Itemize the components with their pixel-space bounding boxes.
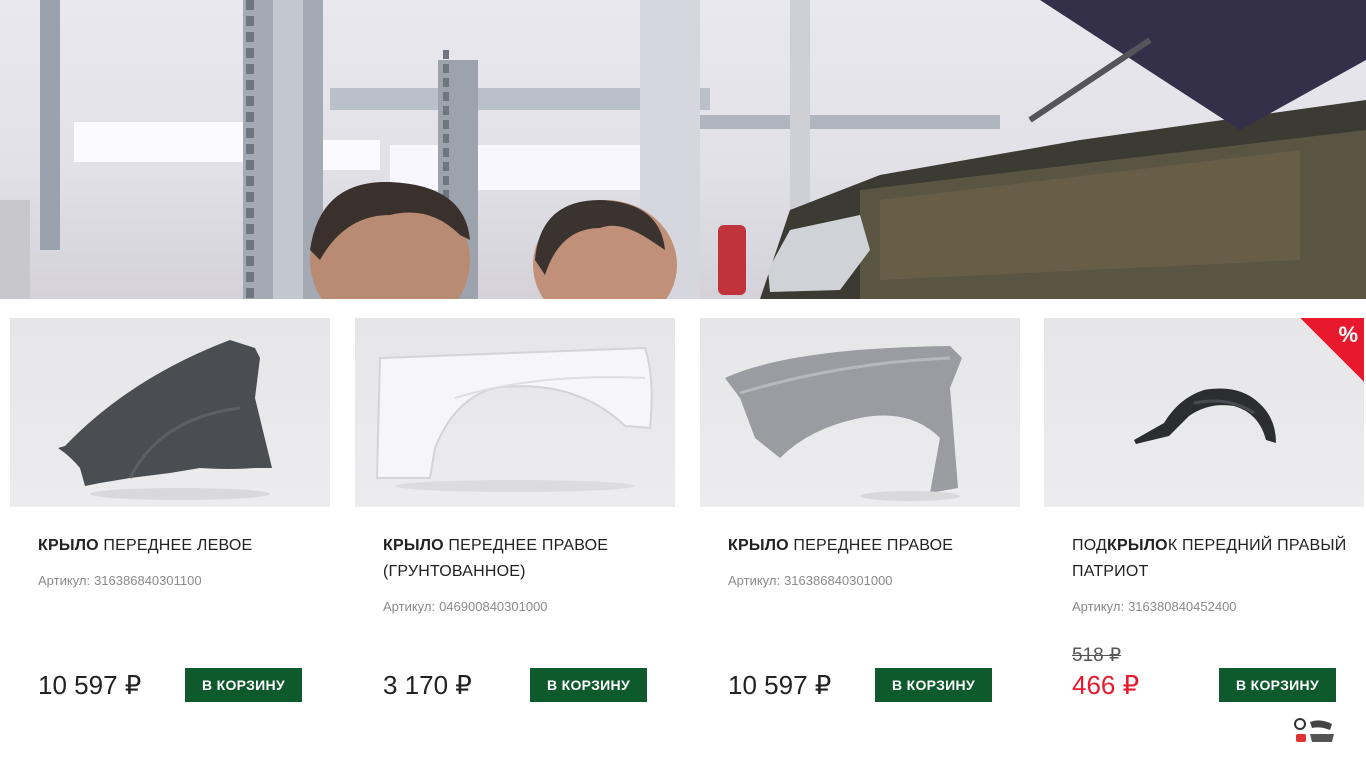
add-to-cart-button[interactable]: В КОРЗИНУ [875,668,992,702]
add-to-cart-button[interactable]: В КОРЗИНУ [185,668,302,702]
product-card[interactable]: % ПОДКРЫЛОК ПЕРЕДНИЙ ПРАВЫЙ ПАТРИОТ Арти… [1044,318,1364,718]
fender-right-grey-icon [725,346,962,501]
product-card[interactable]: КРЫЛО ПЕРЕДНЕЕ ЛЕВОЕ Артикул: 31638684030… [10,318,330,718]
garage-mechanics-photo [0,0,1366,299]
sale-price: 466 ₽ [1072,670,1140,700]
product-price: 10 597 ₽ [38,670,142,700]
product-card[interactable]: КРЫЛО ПЕРЕДНЕЕ ПРАВОЕ (ГРУНТОВАННОЕ) Арт… [355,318,675,718]
fender-white-primed-icon [375,346,653,492]
product-title[interactable]: КРЫЛО ПЕРЕДНЕЕ ЛЕВОЕ [38,533,318,559]
channel-logo-watermark [1290,716,1340,746]
product-sku: Артикул: 316386840301100 [38,573,202,588]
logo-icon [1294,718,1334,742]
hero-photo [0,0,1366,299]
sale-badge: % [1300,318,1364,382]
product-price: 3 170 ₽ [383,670,472,700]
product-title[interactable]: КРЫЛО ПЕРЕДНЕЕ ПРАВОЕ [728,533,1008,559]
product-grid: КРЫЛО ПЕРЕДНЕЕ ЛЕВОЕ Артикул: 31638684030… [0,318,1366,738]
product-image[interactable]: % [1044,318,1364,507]
product-card[interactable]: КРЫЛО ПЕРЕДНЕЕ ПРАВОЕ Артикул: 3163868403… [700,318,1020,718]
percent-icon: % [1338,322,1358,347]
fender-left-dark-icon [58,340,272,500]
product-title[interactable]: ПОДКРЫЛОК ПЕРЕДНИЙ ПРАВЫЙ ПАТРИОТ [1072,533,1352,585]
product-sku: Артикул: 046900840301000 [383,599,548,614]
product-image[interactable] [355,318,675,507]
product-image[interactable] [700,318,1020,507]
product-title[interactable]: КРЫЛО ПЕРЕДНЕЕ ПРАВОЕ (ГРУНТОВАННОЕ) [383,533,663,585]
add-to-cart-button[interactable]: В КОРЗИНУ [1219,668,1336,702]
old-price: 518 ₽ [1072,645,1122,666]
add-to-cart-button[interactable]: В КОРЗИНУ [530,668,647,702]
product-sku: Артикул: 316380840452400 [1072,599,1237,614]
product-sku: Артикул: 316386840301000 [728,573,893,588]
product-image[interactable] [10,318,330,507]
product-price: 10 597 ₽ [728,670,832,700]
